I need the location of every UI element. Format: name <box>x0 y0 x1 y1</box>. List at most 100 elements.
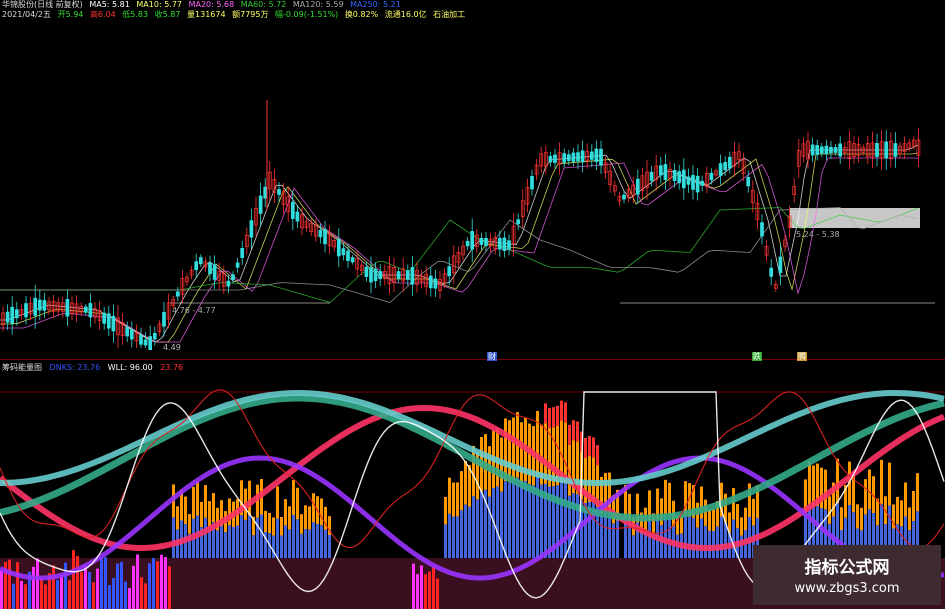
event-flag-die[interactable]: 跌 <box>752 352 762 361</box>
candle-body <box>576 152 580 162</box>
low-bar <box>412 563 415 609</box>
energy-bar-orange <box>864 479 867 515</box>
candle-body <box>249 220 254 238</box>
candle-body <box>566 154 571 161</box>
candle-body <box>212 264 217 280</box>
candle-body <box>263 186 268 199</box>
candle-body <box>599 148 603 166</box>
candle-body <box>484 237 488 247</box>
energy-bar-orange <box>732 487 735 520</box>
energy-bar-blue <box>732 519 735 558</box>
candle-body <box>65 298 70 317</box>
float-cap-label: 流通16.0亿 <box>384 10 427 19</box>
energy-bar-blue <box>456 516 459 558</box>
low-bar <box>148 563 151 609</box>
energy-bar-blue <box>488 496 491 558</box>
energy-bar-blue <box>288 529 291 558</box>
energy-bar-blue <box>668 516 671 558</box>
candle-body <box>562 153 567 163</box>
energy-bar-orange <box>904 482 907 517</box>
low-label: 低5.83 <box>122 10 149 19</box>
energy-bar-orange <box>888 462 891 506</box>
event-flag-teng[interactable]: 腾 <box>797 352 807 361</box>
candle-body <box>516 219 521 225</box>
energy-bar-red <box>588 436 591 457</box>
candle-body <box>470 231 475 250</box>
energy-bar-blue <box>248 515 251 558</box>
energy-bar-orange <box>512 417 515 481</box>
energy-bar-blue <box>500 491 503 558</box>
energy-bar-orange <box>916 473 919 512</box>
candle-body <box>231 274 235 280</box>
low-bar <box>428 571 431 609</box>
candle-body <box>198 257 203 265</box>
energy-bar-blue <box>632 535 635 558</box>
candle-body <box>37 299 42 311</box>
candle-body <box>649 171 654 181</box>
low-bar <box>436 578 439 609</box>
energy-bar-orange <box>824 469 827 510</box>
candle-body <box>769 267 774 277</box>
energy-bar-blue <box>480 491 483 558</box>
energy-bar-blue <box>276 518 279 558</box>
candle-body <box>277 189 281 195</box>
low-bar <box>152 558 155 609</box>
candle-body <box>658 165 663 176</box>
energy-bar-red <box>548 407 551 428</box>
low-bar <box>8 559 11 609</box>
energy-bar-orange <box>184 496 187 525</box>
energy-bar-orange <box>520 422 523 484</box>
candle-body <box>143 339 148 346</box>
candle-body <box>396 271 401 279</box>
candle-body <box>691 174 695 190</box>
low-bar <box>168 566 171 609</box>
energy-bar-red <box>572 420 575 441</box>
energy-bar-red <box>552 407 555 428</box>
energy-bar-red <box>584 438 587 459</box>
event-flag-cai[interactable]: 财 <box>487 352 497 361</box>
candle-body <box>695 175 700 193</box>
open-label: 开5.94 <box>57 10 84 19</box>
candle-body <box>824 145 829 155</box>
energy-bar-blue <box>448 513 451 558</box>
energy-bar-orange <box>308 506 311 530</box>
energy-bar-orange <box>856 504 859 529</box>
chart-header-line1: 华锦股份(日线 前复权) MA5: 5.81 MA10: 5.77 MA20: … <box>2 0 405 10</box>
energy-bar-orange <box>840 507 843 531</box>
candle-body <box>5 311 10 323</box>
candle-body <box>428 275 433 289</box>
candle-body <box>295 211 300 222</box>
candle-body <box>194 261 199 271</box>
candle-body <box>778 256 783 273</box>
energy-bar-blue <box>220 526 223 558</box>
energy-bar-blue <box>496 486 499 558</box>
low-bar <box>124 581 127 609</box>
price-chart[interactable] <box>0 20 945 350</box>
candle-body <box>33 297 38 316</box>
energy-bar-blue <box>468 506 471 558</box>
low-bar <box>108 585 111 609</box>
low-bar <box>140 577 143 609</box>
energy-bar-orange <box>448 477 451 514</box>
candle-body <box>672 169 677 181</box>
energy-bar-orange <box>508 420 511 483</box>
energy-bar-blue <box>740 535 743 558</box>
stock-chart-window: 华锦股份(日线 前复权) MA5: 5.81 MA10: 5.77 MA20: … <box>0 0 945 609</box>
candle-body <box>405 270 410 280</box>
energy-bar-blue <box>292 515 295 558</box>
candle-body <box>364 266 369 277</box>
candle-body <box>148 336 153 350</box>
low-price-label: 4.49 <box>163 343 181 352</box>
low-bar <box>52 565 55 609</box>
energy-bar-blue <box>328 534 331 558</box>
energy-bar-orange <box>868 469 871 510</box>
candle-body <box>350 257 355 263</box>
candle-body <box>111 315 116 332</box>
energy-bar-blue <box>240 515 243 558</box>
energy-bar-orange <box>860 507 863 531</box>
low-bar <box>92 582 95 609</box>
candle-body <box>162 312 166 327</box>
candle-body <box>226 280 231 287</box>
energy-bar-blue <box>444 524 447 558</box>
low-bar <box>432 566 435 609</box>
